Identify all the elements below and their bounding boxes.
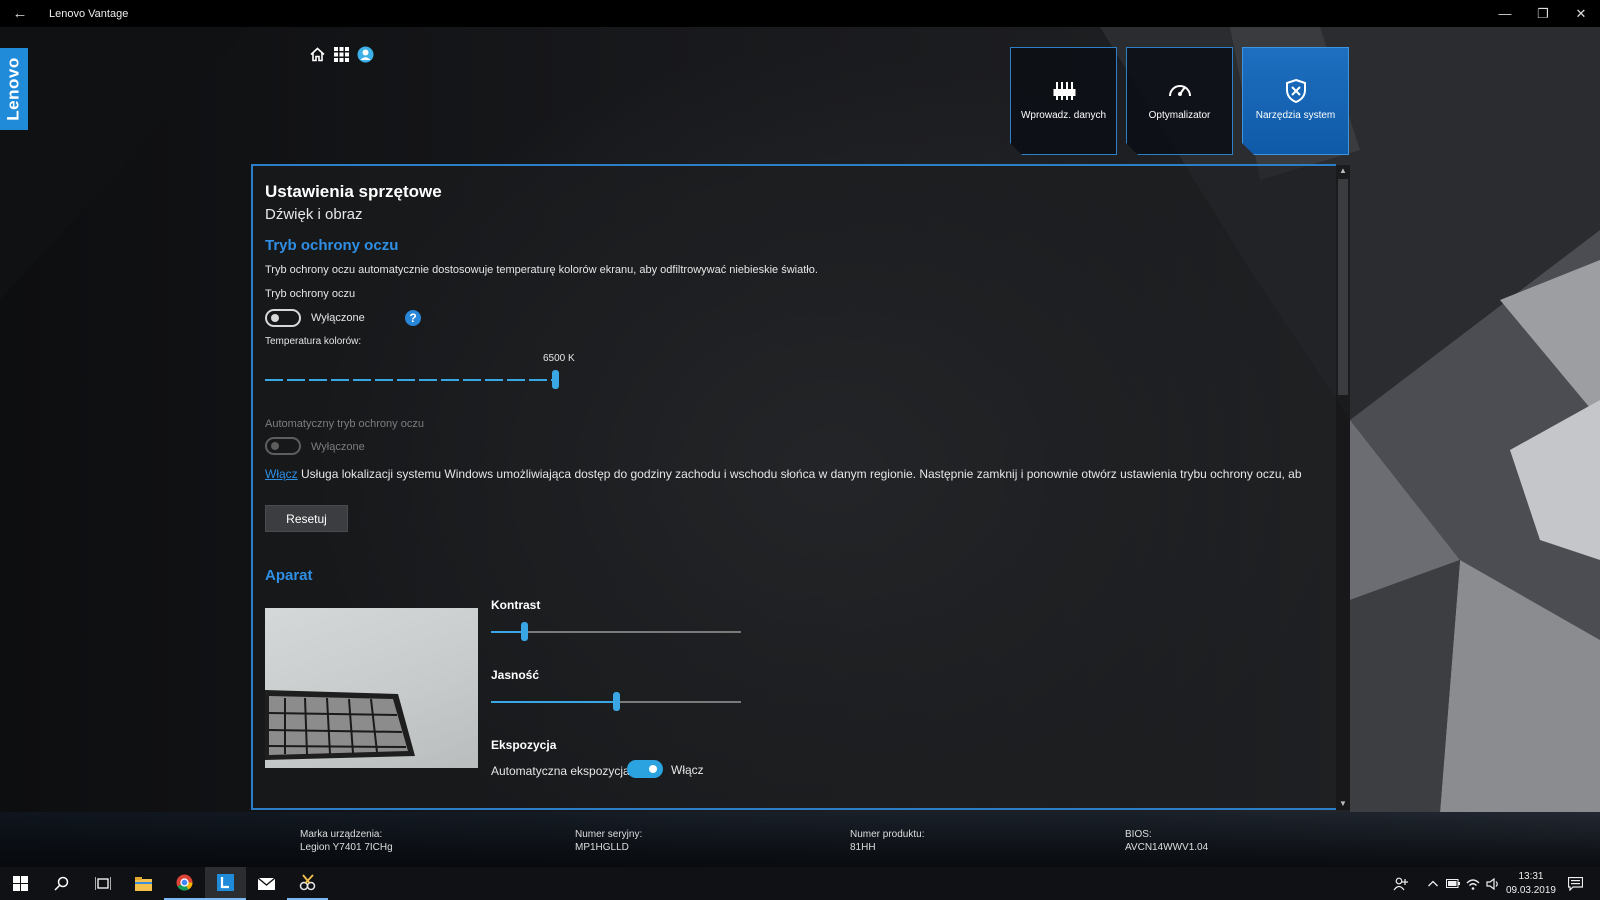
minimize-icon[interactable]: — <box>1486 0 1524 27</box>
contrast-label: Kontrast <box>491 598 541 612</box>
chrome-icon[interactable] <box>164 867 205 900</box>
slider-thumb[interactable] <box>552 370 559 389</box>
location-service-text: Usługa lokalizacji systemu Windows umożl… <box>301 467 1302 481</box>
enable-location-link[interactable]: Włącz <box>265 467 298 481</box>
auto-exposure-label: Automatyczna ekspozycja <box>491 764 630 778</box>
serial-value: MP1HGLLD <box>575 842 629 853</box>
volume-icon[interactable] <box>1486 867 1500 900</box>
clock-date: 09.03.2019 <box>1505 885 1556 896</box>
scroll-down-icon[interactable]: ▼ <box>1336 798 1350 810</box>
slider-thumb[interactable] <box>521 622 528 641</box>
auto-eye-care-label: Automatyczny tryb ochrony oczu <box>265 418 424 430</box>
chevron-up-icon[interactable] <box>1428 867 1438 900</box>
equalizer-icon <box>1051 78 1077 104</box>
speedometer-icon <box>1167 78 1193 104</box>
clock-time: 13:31 <box>1518 871 1544 882</box>
clock[interactable]: 13:31 09.03.2019 <box>1506 870 1556 898</box>
tile-label: Narzędzia system <box>1255 110 1336 121</box>
home-icon[interactable] <box>309 46 326 63</box>
search-icon[interactable] <box>41 867 82 900</box>
auto-eye-care-toggle <box>265 437 301 455</box>
scroll-thumb[interactable] <box>1338 179 1348 395</box>
page-title: Ustawienia sprzętowe <box>265 182 442 201</box>
bios-value: AVCN14WWV1.04 <box>1125 842 1209 853</box>
eye-care-description: Tryb ochrony oczu automatycznie dostosow… <box>265 264 818 276</box>
slider-thumb[interactable] <box>613 692 620 711</box>
lenovo-logo[interactable]: Lenovo <box>0 48 28 130</box>
contrast-slider[interactable] <box>491 622 741 641</box>
window-title: Lenovo Vantage <box>49 7 129 20</box>
mail-icon[interactable] <box>246 867 287 900</box>
title-bar: ← Lenovo Vantage — ❐ ✕ <box>0 0 1600 27</box>
reset-button[interactable]: Resetuj <box>265 505 348 532</box>
tile-label: Optymalizator <box>1148 110 1211 121</box>
page-subtitle: Dźwięk i obraz <box>265 206 363 223</box>
shield-tools-icon <box>1283 78 1309 104</box>
settings-panel: Ustawienia sprzętowe Dźwięk i obraz Tryb… <box>251 164 1336 810</box>
restore-icon[interactable]: ❐ <box>1524 0 1562 27</box>
auto-exposure-state: Włącz <box>671 763 704 777</box>
brightness-label: Jasność <box>491 668 540 682</box>
notifications-icon[interactable] <box>1568 867 1583 900</box>
back-arrow-icon[interactable]: ← <box>0 5 40 22</box>
eye-care-toggle-state: Wyłączone <box>311 312 365 324</box>
color-temperature-value: 6500 K <box>543 353 575 364</box>
serial-label: Numer seryjny: <box>575 829 643 840</box>
tray-people-icon[interactable] <box>1393 867 1409 900</box>
tile-label: Wprowadz. danych <box>1020 110 1107 121</box>
battery-icon[interactable] <box>1446 867 1460 900</box>
panel-border <box>251 808 1336 810</box>
exposure-label: Ekspozycja <box>491 738 557 752</box>
task-view-icon[interactable] <box>82 867 123 900</box>
tile-optimizer[interactable]: Optymalizator <box>1126 47 1233 155</box>
windows-start-icon[interactable] <box>0 867 41 900</box>
snipping-tool-icon[interactable] <box>287 867 328 900</box>
product-value: 81HH <box>850 842 876 853</box>
eye-care-toggle[interactable] <box>265 309 301 327</box>
tile-hardware-settings[interactable]: Wprowadz. danych <box>1010 47 1117 155</box>
auto-eye-care-state: Wyłączone <box>311 441 365 453</box>
device-info-bar: Marka urządzenia: Legion Y7401 7ICHg Nume… <box>0 812 1600 867</box>
taskbar: 13:31 09.03.2019 <box>0 867 1600 900</box>
brand-label: Marka urządzenia: <box>300 829 383 840</box>
bios-label: BIOS: <box>1125 829 1152 840</box>
scroll-up-icon[interactable]: ▲ <box>1336 165 1350 177</box>
screen: ← Lenovo Vantage — ❐ ✕ Lenovo Wprowadz. … <box>0 0 1600 900</box>
file-explorer-icon[interactable] <box>123 867 164 900</box>
scrollbar[interactable]: ▲ ▼ <box>1336 165 1350 810</box>
color-temperature-slider[interactable] <box>265 368 565 392</box>
user-avatar-icon[interactable] <box>357 46 374 63</box>
camera-heading: Aparat <box>265 567 313 584</box>
brand-value: Legion Y7401 7ICHg <box>300 842 393 853</box>
auto-exposure-toggle[interactable] <box>627 760 663 778</box>
camera-preview <box>265 608 478 768</box>
product-label: Numer produktu: <box>850 829 925 840</box>
lenovo-vantage-taskbar-icon[interactable] <box>205 867 246 900</box>
color-temperature-label: Temperatura kolorów: <box>265 336 362 347</box>
eye-care-toggle-label: Tryb ochrony oczu <box>265 288 356 300</box>
brightness-slider[interactable] <box>491 692 741 711</box>
wifi-icon[interactable] <box>1466 867 1480 900</box>
close-icon[interactable]: ✕ <box>1562 0 1600 27</box>
apps-grid-icon[interactable] <box>333 46 350 63</box>
tile-system-tools[interactable]: Narzędzia system <box>1242 47 1349 155</box>
help-icon[interactable]: ? <box>405 310 421 326</box>
eye-care-heading: Tryb ochrony oczu <box>265 237 399 254</box>
